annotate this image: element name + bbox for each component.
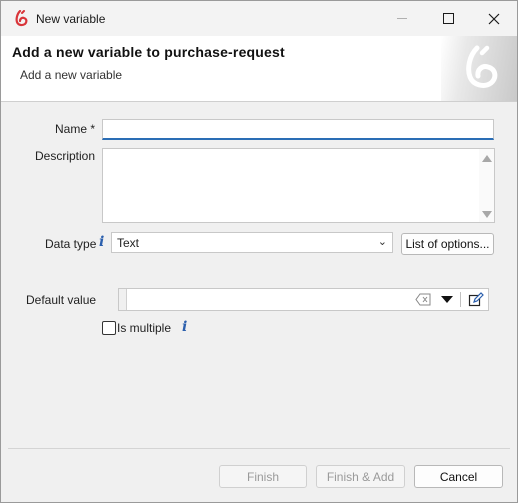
- dropdown-arrow-icon[interactable]: [441, 296, 453, 303]
- new-variable-dialog: New variable Add a new variable to purch…: [0, 0, 518, 503]
- window-title: New variable: [36, 12, 106, 26]
- is-multiple-checkbox[interactable]: [102, 321, 116, 335]
- name-input[interactable]: [102, 119, 494, 140]
- close-button[interactable]: [471, 1, 517, 36]
- maximize-button[interactable]: [425, 1, 471, 36]
- finish-button[interactable]: Finish: [219, 465, 307, 488]
- minimize-icon: [397, 18, 407, 19]
- cancel-button[interactable]: Cancel: [414, 465, 503, 488]
- bonita-logo-icon: [15, 10, 28, 27]
- title-bar: New variable: [1, 1, 517, 36]
- default-value-field[interactable]: [118, 288, 489, 311]
- edit-icon[interactable]: [468, 292, 484, 308]
- close-icon: [488, 13, 500, 24]
- field-separator: [460, 292, 461, 307]
- data-type-value: Text: [117, 236, 140, 250]
- page-title: Add a new variable to purchase-request: [12, 44, 285, 60]
- description-label: Description: [35, 149, 96, 163]
- scroll-down-icon[interactable]: [482, 211, 492, 218]
- list-of-options-button[interactable]: List of options...: [401, 233, 494, 255]
- minimize-button[interactable]: [379, 1, 425, 36]
- data-type-label: Data type: [45, 237, 97, 251]
- is-multiple-label: Is multiple: [117, 321, 172, 335]
- dialog-header: Add a new variable to purchase-request A…: [1, 36, 517, 102]
- scroll-up-icon[interactable]: [482, 155, 492, 162]
- bonita-logo-icon: [466, 45, 498, 88]
- description-textarea[interactable]: [102, 148, 495, 223]
- field-grip: [119, 289, 127, 310]
- description-scrollbar[interactable]: [479, 149, 494, 222]
- chevron-down-icon: ⌄: [377, 236, 387, 248]
- info-icon[interactable]: i: [182, 320, 187, 334]
- page-subtitle: Add a new variable: [20, 68, 123, 82]
- default-value-label: Default value: [26, 293, 97, 307]
- maximize-icon: [442, 13, 454, 24]
- footer-divider: [8, 448, 510, 449]
- name-label: Name *: [55, 122, 96, 136]
- required-marker: *: [90, 122, 96, 136]
- info-icon[interactable]: i: [99, 235, 104, 249]
- data-type-select[interactable]: Text ⌄: [111, 232, 393, 253]
- clear-icon[interactable]: [415, 293, 431, 306]
- finish-and-add-button[interactable]: Finish & Add: [316, 465, 405, 488]
- header-banner: [441, 36, 517, 101]
